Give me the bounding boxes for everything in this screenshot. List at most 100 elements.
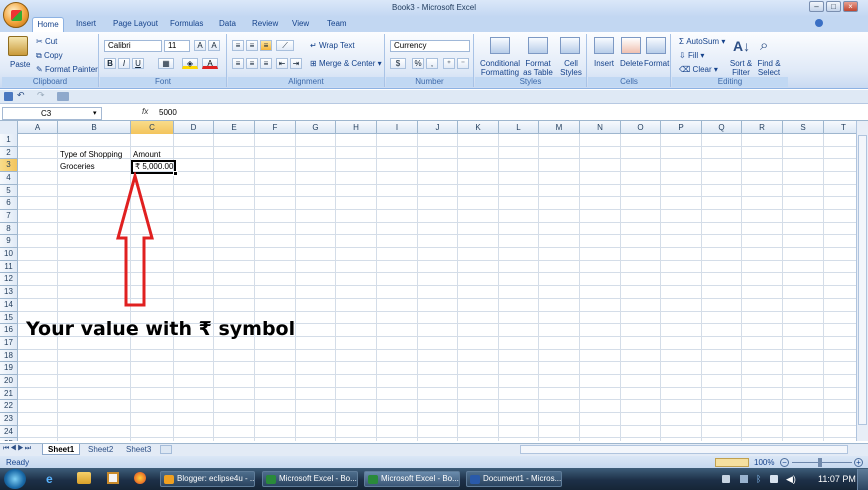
select-all-corner[interactable] — [0, 121, 18, 134]
zoom-level[interactable]: 100% — [754, 458, 774, 467]
name-box[interactable]: C3 — [2, 107, 102, 120]
media-icon[interactable] — [107, 472, 119, 484]
fill-color-icon[interactable]: ◈ — [182, 58, 198, 69]
row-header-4[interactable]: 4 — [0, 172, 18, 185]
zoom-out-icon[interactable]: − — [780, 458, 789, 467]
help-icon[interactable] — [815, 19, 823, 27]
row-header-20[interactable]: 20 — [0, 374, 18, 388]
format-as-table-icon[interactable] — [528, 37, 548, 54]
clear-button[interactable]: ⌫ Clear ▾ — [679, 65, 718, 74]
tab-page-layout[interactable]: Page Layout — [113, 19, 158, 28]
tab-data[interactable]: Data — [219, 19, 236, 28]
name-box-dropdown-icon[interactable]: ▾ — [93, 109, 97, 117]
insert-sheet-icon[interactable] — [160, 445, 172, 454]
copy-button[interactable]: ⧉ Copy — [36, 51, 63, 61]
bold-button[interactable]: B — [104, 58, 116, 69]
column-header-i[interactable]: I — [377, 121, 418, 134]
battery-icon[interactable] — [770, 475, 778, 483]
sheet-tab-2[interactable]: Sheet2 — [83, 444, 118, 455]
sort-filter-button[interactable]: Sort & Filter — [728, 59, 754, 77]
align-middle-icon[interactable]: ≡ — [246, 40, 258, 51]
font-color-icon[interactable]: A — [202, 58, 218, 69]
decrease-decimal-icon[interactable]: ⁻ — [457, 58, 469, 69]
toolbar-icon[interactable] — [57, 92, 69, 101]
sheet-tab-1[interactable]: Sheet1 — [42, 444, 81, 455]
start-button[interactable] — [4, 469, 26, 489]
explorer-icon[interactable] — [77, 472, 91, 484]
delete-cells-icon[interactable] — [621, 37, 641, 54]
tab-view[interactable]: View — [292, 19, 309, 28]
align-right-icon[interactable]: ≡ — [260, 58, 272, 69]
format-cells-icon[interactable] — [646, 37, 666, 54]
firefox-icon[interactable] — [134, 472, 146, 484]
zoom-slider[interactable] — [792, 462, 852, 463]
delete-button[interactable]: Delete — [620, 59, 643, 68]
row-header-7[interactable]: 7 — [0, 210, 18, 223]
column-header-k[interactable]: K — [458, 121, 499, 134]
font-name-select[interactable]: Calibri — [104, 40, 162, 52]
paste-icon[interactable] — [8, 36, 28, 56]
autosum-button[interactable]: Σ AutoSum ▾ — [679, 37, 725, 46]
conditional-formatting-button[interactable]: Conditional Formatting — [479, 59, 521, 77]
format-button[interactable]: Format — [644, 59, 669, 68]
row-header-13[interactable]: 13 — [0, 286, 18, 299]
conditional-formatting-icon[interactable] — [490, 37, 510, 54]
row-header-21[interactable]: 21 — [0, 387, 18, 401]
wrap-text-button[interactable]: ↵ Wrap Text — [310, 41, 355, 50]
percent-button[interactable]: % — [412, 58, 424, 69]
formula-input[interactable]: 5000 — [159, 108, 177, 117]
column-header-q[interactable]: Q — [702, 121, 742, 134]
align-top-icon[interactable]: ≡ — [232, 40, 244, 51]
tab-team[interactable]: Team — [327, 19, 347, 28]
row-header-8[interactable]: 8 — [0, 222, 18, 236]
bluetooth-icon[interactable]: ᛒ — [756, 474, 761, 484]
taskbar-item-excel-1[interactable]: Microsoft Excel - Bo... — [262, 471, 358, 487]
cell-b2[interactable]: Type of Shopping — [60, 149, 122, 161]
row-header-3[interactable]: 3 — [0, 159, 18, 173]
column-header-j[interactable]: J — [418, 121, 458, 134]
tab-formulas[interactable]: Formulas — [170, 19, 203, 28]
comma-button[interactable]: , — [426, 58, 438, 69]
merge-center-button[interactable]: ⊞ Merge & Center ▾ — [310, 59, 382, 68]
grow-font-icon[interactable]: A — [194, 40, 206, 51]
tab-home[interactable]: Home — [32, 17, 64, 32]
column-header-b[interactable]: B — [58, 121, 131, 134]
close-button[interactable]: × — [843, 1, 858, 12]
row-header-22[interactable]: 22 — [0, 400, 18, 413]
row-header-12[interactable]: 12 — [0, 273, 18, 287]
row-header-17[interactable]: 17 — [0, 336, 18, 350]
save-icon[interactable] — [4, 92, 13, 101]
row-header-5[interactable]: 5 — [0, 184, 18, 198]
row-header-16[interactable]: 16 — [0, 324, 18, 337]
minimize-button[interactable]: – — [809, 1, 824, 12]
font-size-select[interactable]: 11 — [164, 40, 190, 52]
zoom-slider-thumb[interactable] — [818, 458, 822, 467]
row-header-10[interactable]: 10 — [0, 248, 18, 261]
maximize-button[interactable]: □ — [826, 1, 841, 12]
ie-icon[interactable]: e — [46, 472, 53, 486]
column-header-l[interactable]: L — [499, 121, 539, 134]
row-header-9[interactable]: 9 — [0, 235, 18, 249]
align-left-icon[interactable]: ≡ — [232, 58, 244, 69]
view-buttons[interactable] — [715, 458, 749, 467]
column-header-m[interactable]: M — [539, 121, 580, 134]
fx-button[interactable]: fx — [142, 107, 154, 120]
tab-insert[interactable]: Insert — [76, 19, 96, 28]
cut-button[interactable]: ✂ Cut — [36, 37, 57, 46]
column-header-t[interactable]: T — [824, 121, 856, 134]
taskbar-item-blogger[interactable]: Blogger: eclipse4u - ... — [160, 471, 255, 487]
redo-icon[interactable]: ↷ — [37, 90, 45, 101]
cell-styles-icon[interactable] — [560, 37, 580, 54]
volume-icon[interactable]: ◀) — [786, 474, 796, 485]
column-header-c[interactable]: C — [131, 121, 174, 134]
decrease-indent-icon[interactable]: ⇤ — [276, 58, 288, 69]
row-header-6[interactable]: 6 — [0, 197, 18, 211]
taskbar-item-word[interactable]: Document1 - Micros... — [466, 471, 562, 487]
row-header-19[interactable]: 19 — [0, 362, 18, 375]
align-center-icon[interactable]: ≡ — [246, 58, 258, 69]
sort-filter-icon[interactable]: A↓ — [733, 38, 750, 54]
shrink-font-icon[interactable]: A — [208, 40, 220, 51]
borders-icon[interactable]: ▦ — [158, 58, 174, 69]
taskbar-item-excel-2[interactable]: Microsoft Excel - Bo... — [364, 471, 460, 487]
fill-button[interactable]: ⇩ Fill ▾ — [679, 51, 704, 60]
